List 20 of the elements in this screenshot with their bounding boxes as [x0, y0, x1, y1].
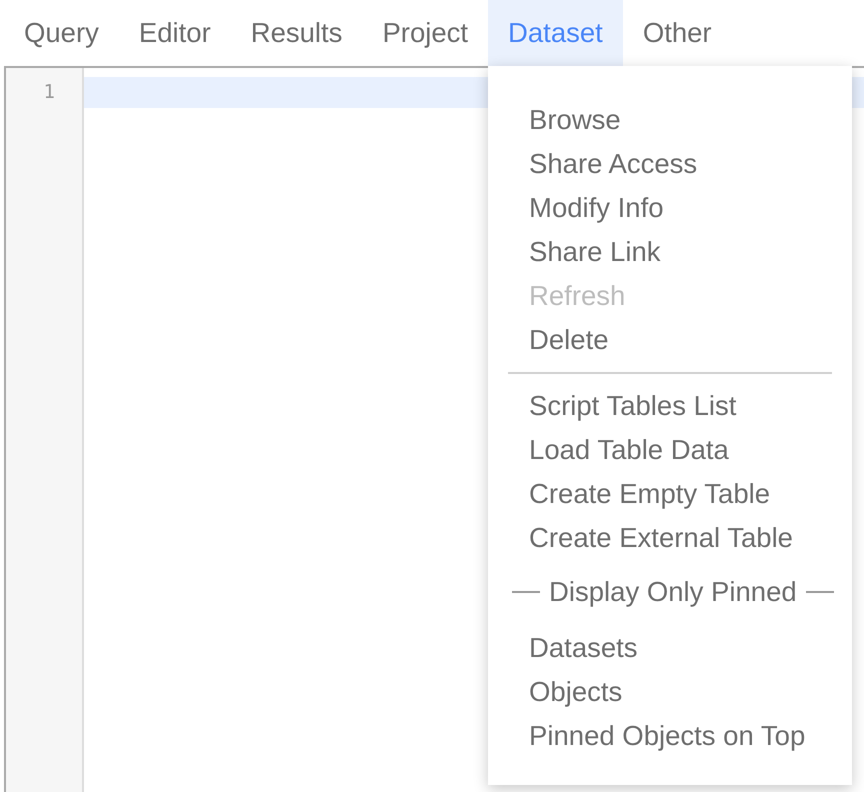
menu-item[interactable]: Create External Table: [529, 516, 793, 560]
menu-item[interactable]: Share Link: [529, 230, 661, 274]
menu-tab[interactable]: Results: [230, 0, 362, 66]
menu-item[interactable]: Pinned Objects on Top: [529, 714, 806, 758]
menu-item[interactable]: Datasets: [529, 626, 638, 670]
menu-tab[interactable]: Other: [622, 0, 732, 66]
menu-item[interactable]: Load Table Data: [529, 428, 729, 472]
menu-tab[interactable]: Editor: [118, 0, 231, 66]
menu-item[interactable]: Create Empty Table: [529, 472, 770, 516]
menu-tab[interactable]: Dataset: [488, 0, 623, 66]
menu-item[interactable]: Browse: [529, 98, 621, 142]
menu-tab[interactable]: Query: [4, 0, 119, 66]
line-number: 1: [42, 80, 56, 105]
menu-item[interactable]: Delete: [529, 318, 609, 362]
menu-item[interactable]: Script Tables List: [529, 384, 736, 428]
section-heading: Display Only Pinned: [548, 576, 798, 608]
menu-item[interactable]: Objects: [529, 670, 622, 714]
menu-item[interactable]: Share Access: [529, 142, 698, 186]
menu-tab[interactable]: Project: [362, 0, 488, 66]
menu-item[interactable]: Modify Info: [529, 186, 664, 230]
